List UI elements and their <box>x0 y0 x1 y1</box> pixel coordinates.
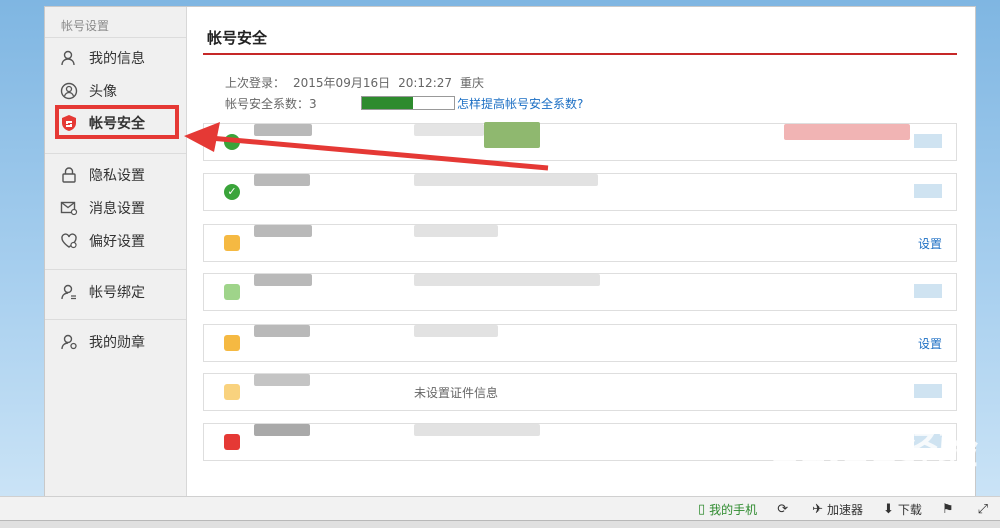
last-login-date: 2015年09月16日 <box>293 76 391 90</box>
red-app-icon <box>224 434 240 450</box>
sidebar-item-account-binding[interactable]: 帐号绑定 <box>59 280 145 304</box>
sidebar-item-label: 我的勋章 <box>89 335 145 351</box>
flag-button[interactable]: ⚑ <box>942 502 958 517</box>
download-icon: ⬇ <box>883 501 894 517</box>
title-underline <box>203 53 957 55</box>
watermark-main: Baidu经验 <box>769 428 978 474</box>
row-status-text: 未设置证件信息 <box>414 386 499 400</box>
sidebar-item-label: 隐私设置 <box>89 168 145 184</box>
divider <box>45 319 186 320</box>
sidebar-item-avatar[interactable]: 头像 <box>59 79 117 103</box>
security-level: 帐号安全系数：3 <box>225 95 325 112</box>
sidebar-item-label: 帐号绑定 <box>89 285 145 301</box>
blurred-text <box>414 325 498 337</box>
last-login-info: 上次登录： 2015年09月16日 20:12:27 重庆 <box>225 74 492 91</box>
security-level-bar <box>361 96 455 110</box>
security-level-label: 帐号安全系数： <box>225 97 310 111</box>
page-title: 帐号安全 <box>207 29 268 47</box>
blurred-action <box>914 384 942 398</box>
sidebar-item-my-info[interactable]: 我的信息 <box>59 46 145 70</box>
security-item-row: 设置 <box>203 324 957 362</box>
security-item-row: 设置 <box>203 224 957 262</box>
setting-link[interactable]: 设置 <box>918 235 942 252</box>
person-medal-icon <box>59 332 79 352</box>
blurred-text <box>414 274 600 286</box>
my-phone-label: 我的手机 <box>709 502 758 517</box>
blurred-action <box>914 134 942 148</box>
yellow-warning-icon <box>224 335 240 351</box>
yellow-warning-icon <box>224 235 240 251</box>
green-bar-icon <box>224 284 240 300</box>
phone-icon: ▯ <box>698 501 706 517</box>
person-icon <box>59 48 79 68</box>
last-login-label: 上次登录： <box>225 76 286 90</box>
blurred-action <box>914 284 942 298</box>
last-login-time: 20:12:27 <box>398 76 453 90</box>
rocket-icon: ✈ <box>812 501 823 517</box>
heart-gear-icon <box>59 231 79 251</box>
sidebar-item-my-medals[interactable]: 我的勋章 <box>59 330 145 354</box>
statusbar: ▯ 我的手机 ⟳ ✈ 加速器 ⬇ 下载 ⚑ ⤢ <box>0 496 1000 521</box>
divider <box>45 153 186 154</box>
security-item-row: 未设置证件信息 <box>203 373 957 411</box>
accelerator-button[interactable]: ✈ 加速器 <box>812 501 863 518</box>
expand-icon: ⤢ <box>977 501 988 517</box>
blurred-text <box>254 325 310 337</box>
flag-icon: ⚑ <box>941 501 954 517</box>
person-link-icon <box>59 282 79 302</box>
my-phone-button[interactable]: ▯ 我的手机 <box>698 501 757 518</box>
sidebar-title: 帐号设置 <box>61 19 110 33</box>
sidebar-item-label: 我的信息 <box>89 51 145 67</box>
mail-settings-icon <box>59 198 79 218</box>
blurred-action <box>914 184 942 198</box>
sidebar: 帐号设置 我的信息 头像 帐号安全 隐私设置 消息设置 偏好设置 帐号绑定 我的… <box>45 7 187 497</box>
watermark: Baidu经验 jingyan.baidu.com <box>770 418 978 488</box>
sidebar-item-preferences[interactable]: 偏好设置 <box>59 229 145 253</box>
green-check-icon: ✓ <box>224 184 240 200</box>
lock-icon <box>59 165 79 185</box>
security-item-row: ✓ <box>203 173 957 211</box>
download-label: 下载 <box>897 502 922 517</box>
divider <box>45 269 186 270</box>
sidebar-item-privacy[interactable]: 隐私设置 <box>59 163 145 187</box>
security-level-value: 3 <box>309 97 317 111</box>
divider <box>45 37 186 38</box>
security-level-fill <box>362 97 413 109</box>
setting-link[interactable]: 设置 <box>918 335 942 352</box>
expand-button[interactable]: ⤢ <box>978 502 992 517</box>
blurred-text <box>254 374 310 386</box>
sidebar-item-label: 消息设置 <box>89 201 145 217</box>
blurred-text <box>254 274 312 286</box>
annotation-arrow <box>184 122 549 171</box>
last-login-location: 重庆 <box>460 76 485 90</box>
highlight-box <box>55 105 179 139</box>
blurred-text <box>254 424 310 436</box>
download-button[interactable]: ⬇ 下载 <box>883 501 922 518</box>
refresh-icon: ⟳ <box>777 501 789 517</box>
yellow-warning-icon <box>224 384 240 400</box>
accelerator-label: 加速器 <box>827 502 864 517</box>
blurred-text <box>784 124 910 140</box>
refresh-button[interactable]: ⟳ <box>777 502 792 517</box>
sidebar-item-label: 头像 <box>89 84 117 100</box>
blurred-text <box>254 225 312 237</box>
blurred-text <box>414 424 540 436</box>
security-item-row <box>203 273 957 311</box>
sidebar-item-messages[interactable]: 消息设置 <box>59 196 145 220</box>
blurred-text <box>414 225 498 237</box>
improve-security-link[interactable]: 怎样提高帐号安全系数? <box>457 95 583 112</box>
avatar-circle-icon <box>59 81 79 101</box>
sidebar-item-label: 偏好设置 <box>89 234 145 250</box>
